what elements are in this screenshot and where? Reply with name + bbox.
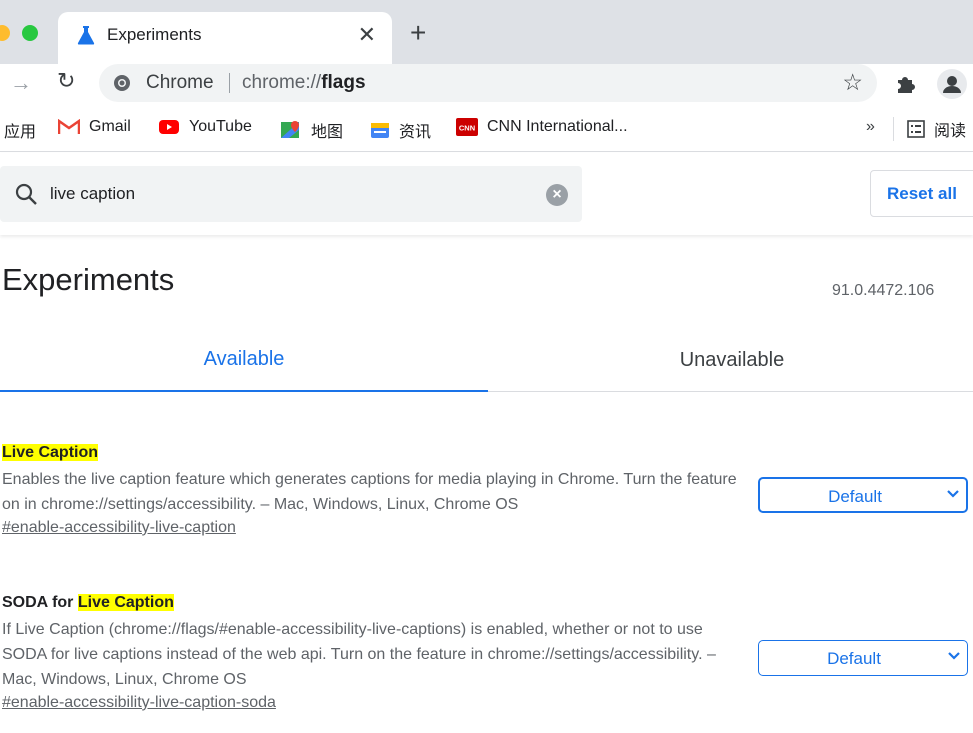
search-input[interactable] <box>50 180 530 208</box>
reset-all-button[interactable]: Reset all <box>870 170 973 217</box>
flag-description: Enables the live caption feature which g… <box>2 471 737 513</box>
version-label: 91.0.4472.106 <box>832 282 935 299</box>
bookmarks-bar: 应用 Gmail YouTube 地图 资讯 CNN CNN Internati… <box>0 104 973 152</box>
bookmark-label: 地图 <box>311 124 344 141</box>
active-tab-indicator <box>0 390 488 392</box>
new-tab-button[interactable]: + <box>410 18 426 48</box>
flag-permalink[interactable]: #enable-accessibility-live-caption <box>2 519 236 537</box>
chevron-down-icon <box>948 652 960 660</box>
flags-search-header: × Reset all <box>0 153 973 235</box>
flag-description: If Live Caption (chrome://flags/#enable-… <box>2 621 716 688</box>
bookmark-youtube[interactable]: YouTube <box>158 118 252 136</box>
svg-text:CNN: CNN <box>459 124 475 133</box>
url-text[interactable]: chrome://flags <box>242 72 366 94</box>
flags-tabs: Available Unavailable <box>0 330 973 394</box>
bookmark-news[interactable]: 资讯 <box>370 118 431 142</box>
search-icon <box>15 183 37 205</box>
flag-state-value: Default <box>827 649 881 668</box>
maps-icon <box>281 121 299 138</box>
bookmark-cnn[interactable]: CNN CNN International... <box>456 118 628 136</box>
reload-icon[interactable]: ↻ <box>57 68 75 94</box>
gmail-icon <box>58 119 80 134</box>
address-separator <box>229 73 230 93</box>
zoom-window-button[interactable] <box>22 25 38 41</box>
bookmarks-separator <box>893 117 894 141</box>
bookmark-label: CNN International... <box>487 118 628 135</box>
search-highlight: Live Caption <box>2 444 99 461</box>
reading-list-button[interactable]: 阅读 <box>907 117 966 141</box>
more-bookmarks-button[interactable]: » <box>866 118 875 136</box>
browser-tab-experiments[interactable]: Experiments ✕ <box>58 12 392 64</box>
search-highlight: Live Caption <box>77 594 174 611</box>
browser-toolbar: → ↻ Chrome chrome://flags ☆ <box>0 64 973 104</box>
extensions-puzzle-icon[interactable] <box>895 72 917 94</box>
flag-permalink[interactable]: #enable-accessibility-live-caption-soda <box>2 694 276 712</box>
flag-state-select[interactable]: Default <box>758 640 968 676</box>
bookmark-label: 资讯 <box>399 124 432 141</box>
tab-available[interactable]: Available <box>0 330 488 392</box>
tab-strip: Experiments ✕ + <box>0 0 973 64</box>
flag-state-value: Default <box>828 487 882 506</box>
bookmark-apps[interactable]: 应用 <box>4 118 36 142</box>
search-box[interactable]: × <box>0 166 582 222</box>
bookmark-label: Gmail <box>89 118 131 135</box>
profile-avatar-icon[interactable] <box>937 69 967 99</box>
chrome-logo-icon <box>114 75 130 91</box>
bookmark-gmail[interactable]: Gmail <box>58 118 131 136</box>
cnn-icon: CNN <box>456 118 478 136</box>
tab-title: Experiments <box>107 25 202 44</box>
close-tab-icon[interactable]: ✕ <box>358 22 376 48</box>
youtube-icon <box>159 120 179 134</box>
flag-state-select[interactable]: Default <box>758 477 968 513</box>
tabs-divider <box>488 391 973 392</box>
clear-search-icon[interactable]: × <box>546 184 568 206</box>
reading-list-icon <box>907 120 925 138</box>
flag-title: Live Caption <box>2 444 962 462</box>
minimize-window-button[interactable] <box>0 25 10 41</box>
bookmark-maps[interactable]: 地图 <box>280 118 343 142</box>
address-bar[interactable]: Chrome chrome://flags ☆ <box>99 64 877 102</box>
bookmark-label: 应用 <box>4 124 37 141</box>
chevron-down-icon <box>947 490 959 498</box>
page-title: Experiments <box>2 262 175 297</box>
bookmark-star-icon[interactable]: ☆ <box>842 69 863 96</box>
site-name: Chrome <box>146 72 214 93</box>
bookmark-label: YouTube <box>189 118 252 135</box>
flask-icon <box>77 26 95 45</box>
reading-list-label: 阅读 <box>934 123 967 140</box>
tab-unavailable[interactable]: Unavailable <box>488 330 973 392</box>
forward-arrow-icon[interactable]: → <box>10 70 32 96</box>
flag-title: SODA for Live Caption <box>2 594 174 611</box>
news-icon <box>371 123 389 138</box>
